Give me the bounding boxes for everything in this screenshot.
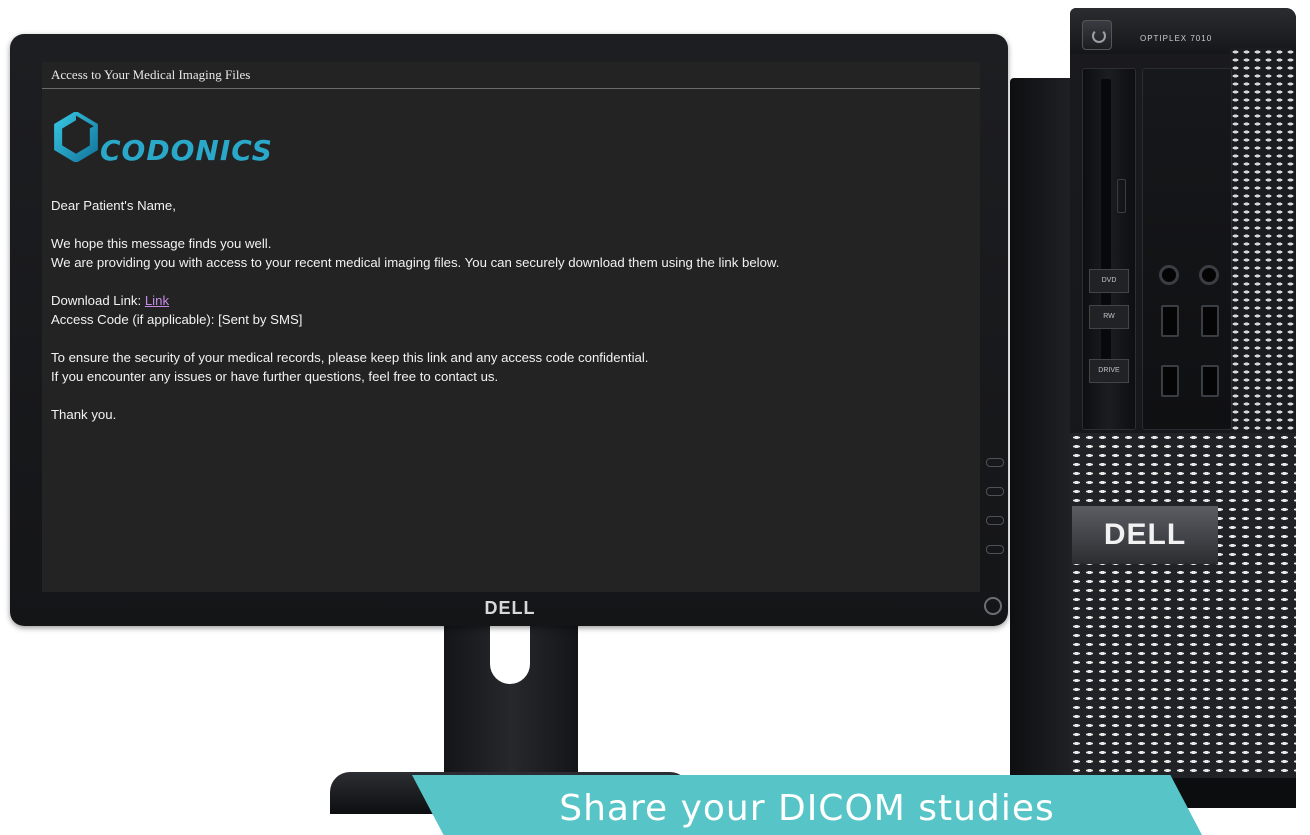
monitor-menu-button[interactable] <box>986 487 1004 496</box>
monitor-stand-cable-hole <box>490 620 530 684</box>
access-line: We are providing you with access to your… <box>51 255 780 270</box>
access-code-line: Access Code (if applicable): [Sent by SM… <box>51 312 303 327</box>
headphone-jack[interactable] <box>1199 265 1219 285</box>
closing: Thank you. <box>51 407 117 422</box>
monitor-menu-button[interactable] <box>986 516 1004 525</box>
front-io-panel <box>1142 68 1232 430</box>
desktop-tower: OPTIPLEX 7010 DVD RW DRIVE DELL <box>1010 8 1296 808</box>
email-body: Dear Patient's Name, We hope this messag… <box>51 196 971 424</box>
disc-slot <box>1101 79 1111 379</box>
codonics-logo-text: CODONICS <box>100 134 273 167</box>
tower-vent-grille <box>1070 433 1296 778</box>
usb-port[interactable] <box>1201 305 1219 337</box>
usb-port[interactable] <box>1201 365 1219 397</box>
dvd-badge: DVD <box>1089 269 1129 293</box>
email-header: Access to Your Medical Imaging Files <box>42 62 980 89</box>
email-subject: Access to Your Medical Imaging Files <box>51 67 251 82</box>
monitor-menu-button[interactable] <box>986 458 1004 467</box>
monitor-dell-logo: DELL <box>484 598 536 618</box>
optical-drive-bay: DVD RW DRIVE <box>1082 68 1136 430</box>
security-note: To ensure the security of your medical r… <box>51 350 649 365</box>
monitor-screen: Access to Your Medical Imaging Files COD… <box>42 62 980 592</box>
promo-banner-text: Share your DICOM studies <box>559 788 1055 829</box>
rw-badge: RW <box>1089 305 1129 329</box>
contact-note: If you encounter any issues or have furt… <box>51 369 499 384</box>
download-line: Download Link: Link <box>51 291 971 310</box>
tower-power-button[interactable] <box>1082 20 1112 50</box>
tower-vent-grille-upper <box>1230 48 1296 433</box>
download-link[interactable]: Link <box>145 293 169 308</box>
monitor-power-button[interactable] <box>984 597 1002 615</box>
codonics-hexagon-icon <box>54 112 98 162</box>
monitor-menu-button[interactable] <box>986 545 1004 554</box>
greeting: Dear Patient's Name, <box>51 198 176 213</box>
eject-button[interactable] <box>1117 179 1126 213</box>
usb-port[interactable] <box>1161 305 1179 337</box>
drive-badge: DRIVE <box>1089 359 1129 383</box>
microphone-jack[interactable] <box>1159 265 1179 285</box>
tower-model-label: OPTIPLEX 7010 <box>1140 34 1213 43</box>
intro-line: We hope this message finds you well. <box>51 236 272 251</box>
download-label: Download Link: <box>51 293 145 308</box>
usb-port[interactable] <box>1161 365 1179 397</box>
dell-logo: DELL <box>1072 506 1218 564</box>
tower-side-panel <box>1010 78 1072 788</box>
